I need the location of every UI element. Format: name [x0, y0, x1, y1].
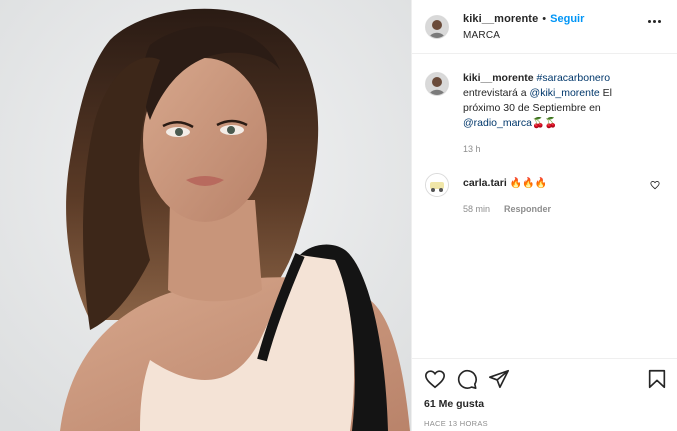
caption-hashtag[interactable]: #saracarbonero	[537, 72, 611, 84]
post-location[interactable]: MARCA	[463, 30, 584, 41]
post-timestamp[interactable]: HACE 13 HORAS	[424, 419, 668, 428]
action-icons	[424, 367, 668, 391]
reply-button[interactable]: Responder	[504, 204, 551, 214]
portrait-image	[0, 0, 411, 431]
comment-text: carla.tari 🔥🔥🔥	[463, 176, 551, 191]
likes-count[interactable]: 61 Me gusta	[424, 398, 668, 410]
commenter-avatar[interactable]	[425, 173, 449, 197]
caption-avatar[interactable]	[425, 72, 449, 96]
comment-icon[interactable]	[456, 368, 478, 390]
caption-username[interactable]: kiki__morente	[463, 72, 534, 84]
post-header: kiki__morente • Seguir MARCA	[412, 0, 677, 54]
comments-section: kiki__morente #saracarbonero entrevistar…	[412, 55, 677, 358]
fire-emojis: 🔥🔥🔥	[509, 178, 548, 189]
comment-like-icon[interactable]	[650, 180, 660, 190]
author-avatar[interactable]	[425, 14, 449, 39]
author-info: kiki__morente • Seguir MARCA	[463, 13, 584, 41]
post-photo[interactable]	[0, 0, 411, 431]
comment-item: carla.tari 🔥🔥🔥 58 min Responder	[425, 173, 664, 214]
heart-icon[interactable]	[424, 368, 446, 390]
caption-mention-2[interactable]: @radio_marca	[463, 117, 532, 129]
post-caption: kiki__morente #saracarbonero entrevistar…	[425, 71, 664, 154]
comment-time[interactable]: 58 min	[463, 204, 490, 214]
post-sidebar: kiki__morente • Seguir MARCA kiki__moren…	[411, 0, 677, 431]
caption-text-1: entrevistará a	[463, 87, 527, 99]
comment-meta: 58 min Responder	[463, 204, 551, 214]
separator-dot: •	[542, 12, 547, 25]
instagram-post: kiki__morente • Seguir MARCA kiki__moren…	[0, 0, 677, 431]
more-options-icon[interactable]	[648, 20, 661, 23]
commenter-username[interactable]: carla.tari	[463, 177, 507, 189]
bookmark-icon[interactable]	[646, 368, 668, 390]
cherry-emojis: 🍒🍒	[532, 118, 557, 129]
caption-time[interactable]: 13 h	[463, 144, 643, 154]
author-username[interactable]: kiki__morente	[463, 13, 538, 25]
caption-text: kiki__morente #saracarbonero entrevistar…	[463, 71, 643, 131]
share-icon[interactable]	[488, 368, 510, 390]
caption-mention-1[interactable]: @kiki_morente	[530, 87, 600, 99]
follow-button[interactable]: Seguir	[550, 13, 584, 25]
post-actions: 61 Me gusta HACE 13 HORAS	[412, 358, 677, 428]
